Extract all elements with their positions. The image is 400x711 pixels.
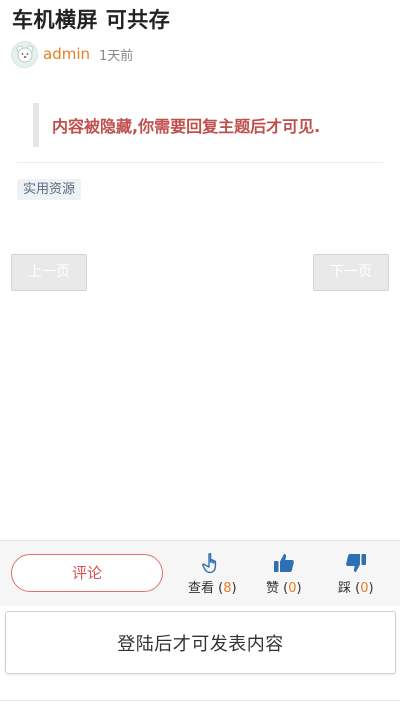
- login-prompt-text: 登陆后才可发表内容: [117, 633, 284, 655]
- author-name[interactable]: admin: [43, 45, 90, 63]
- hidden-content-text: 内容被隐藏,你需要回复主题后才可见.: [52, 117, 321, 136]
- view-label-wrap: 查看 (8): [188, 581, 237, 596]
- author-avatar[interactable]: [11, 40, 38, 68]
- thumbs-up-icon: [273, 554, 294, 572]
- post-time: 1天前: [99, 48, 134, 64]
- prev-page-button[interactable]: 上一页: [11, 254, 87, 291]
- view-label: 查看: [188, 581, 215, 596]
- dislike-label-wrap: 踩 (0): [338, 581, 374, 596]
- dislike-count: 0: [360, 581, 369, 596]
- dislike-action[interactable]: 踩 (0): [338, 551, 374, 596]
- next-page-button[interactable]: 下一页: [313, 254, 389, 291]
- hidden-content-notice: 内容被隐藏,你需要回复主题后才可见.: [33, 103, 373, 147]
- post-title: 车机横屏 可共存: [12, 8, 171, 32]
- bear-avatar-icon: [16, 45, 33, 63]
- like-count: 0: [288, 581, 297, 596]
- action-bar: 评论 查看 (8) 赞 (0) 踩 (0): [0, 540, 400, 606]
- content-divider: [17, 162, 383, 163]
- thumbs-down-icon: [345, 554, 366, 572]
- view-count: 8: [223, 581, 232, 596]
- comment-button[interactable]: 评论: [11, 554, 163, 592]
- post-tag[interactable]: 实用资源: [17, 179, 82, 200]
- like-label: 赞: [266, 581, 280, 596]
- like-action[interactable]: 赞 (0): [266, 551, 302, 596]
- post-meta: admin 1天前: [11, 40, 133, 68]
- like-label-wrap: 赞 (0): [266, 581, 302, 596]
- pointing-hand-icon: [202, 553, 217, 574]
- view-action[interactable]: 查看 (8): [188, 551, 237, 596]
- bottom-divider: [0, 700, 400, 701]
- dislike-label: 踩: [338, 581, 352, 596]
- login-to-post-box[interactable]: 登陆后才可发表内容: [5, 611, 396, 674]
